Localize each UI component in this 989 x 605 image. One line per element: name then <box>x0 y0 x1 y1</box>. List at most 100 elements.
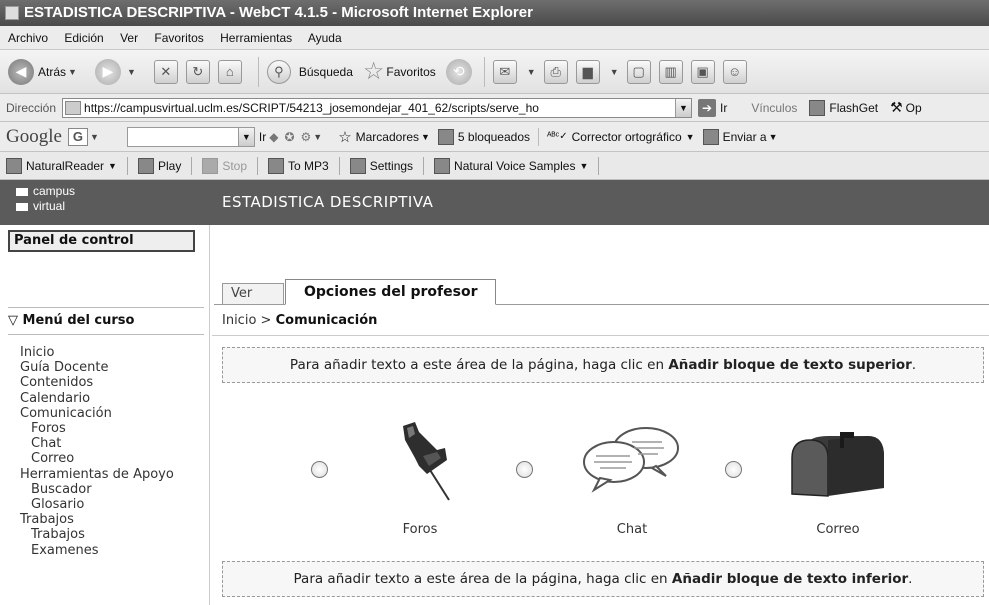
google-go-button[interactable]: Ir <box>259 130 266 144</box>
to-mp3-label: To MP3 <box>288 158 329 173</box>
edit-icon[interactable]: ▆ <box>575 59 600 84</box>
menu-item-guia-docente[interactable]: Guía Docente <box>20 360 174 375</box>
pagerank-icon[interactable]: ✪ <box>284 130 294 144</box>
chevron-down-icon: ▼ <box>108 160 117 171</box>
bookmarks-button[interactable]: ☆ Marcadores ▼ <box>338 128 430 146</box>
menu-item-trabajos[interactable]: Trabajos <box>20 512 174 527</box>
menu-item-herramientas-de-apoyo[interactable]: Herramientas de Apoyo <box>20 467 174 482</box>
course-menu-header[interactable]: ▽ Menú del curso <box>8 307 204 335</box>
mailbox-icon <box>791 432 884 497</box>
mail-icon[interactable]: ✉ <box>492 59 517 84</box>
popup-blocker-button[interactable]: 5 bloqueados <box>437 128 530 145</box>
people-icon[interactable]: ☺ <box>722 59 747 84</box>
options-button[interactable]: ⚒ Op <box>890 99 922 116</box>
send-to-button[interactable]: Enviar a ▼ <box>702 128 778 145</box>
menu-archivo[interactable]: Archivo <box>8 31 48 45</box>
menu-item-foros[interactable]: Foros <box>20 421 174 436</box>
chevron-down-icon: ▼ <box>768 131 778 142</box>
search-label: Búsqueda <box>298 64 353 79</box>
links-label[interactable]: Vínculos <box>751 101 797 115</box>
flashget-label: FlashGet <box>829 100 879 115</box>
menu-item-glosario[interactable]: Glosario <box>20 497 174 512</box>
menu-favoritos[interactable]: Favoritos <box>154 31 203 45</box>
mp3-icon <box>268 157 284 174</box>
menu-herramientas[interactable]: Herramientas <box>220 31 292 45</box>
chevron-down-icon[interactable]: ▼ <box>313 132 322 142</box>
messenger-icon[interactable]: ▣ <box>690 59 715 84</box>
home-icon[interactable]: ⌂ <box>217 59 242 84</box>
chevron-down-icon[interactable]: ▼ <box>675 98 692 117</box>
menu-item-calendario[interactable]: Calendario <box>20 391 174 406</box>
tab-ver[interactable]: Ver <box>222 283 284 304</box>
chevron-down-icon[interactable]: ▼ <box>90 132 99 142</box>
correo-tool[interactable] <box>788 430 888 500</box>
to-mp3-button[interactable]: To MP3 <box>268 157 329 174</box>
menu-item-examenes[interactable]: Examenes <box>20 543 174 558</box>
menu-item-contenidos[interactable]: Contenidos <box>20 375 174 390</box>
breadcrumb-current: Comunicación <box>275 313 378 328</box>
menu-item-buscador[interactable]: Buscador <box>20 482 174 497</box>
flashget-icon <box>809 99 826 116</box>
voice-samples-icon <box>434 157 451 174</box>
forward-button[interactable]: ▶ ▼ <box>94 58 144 85</box>
add-top-text-block-link[interactable]: Añadir bloque de texto superior <box>668 357 911 373</box>
go-button[interactable]: ➔ Ir <box>698 98 727 117</box>
chevron-down-icon[interactable]: ▼ <box>527 67 536 77</box>
stop-icon[interactable]: ✕ <box>153 59 178 84</box>
add-bottom-text-block-link[interactable]: Añadir bloque de texto inferior <box>672 571 908 587</box>
tool-radio-foros[interactable] <box>311 461 328 478</box>
menu-ver[interactable]: Ver <box>120 31 138 45</box>
play-button[interactable]: Play <box>137 157 182 174</box>
menu-item-trabajos-sub[interactable]: Trabajos <box>20 527 174 542</box>
control-panel-button[interactable]: Panel de control <box>8 230 195 252</box>
chevron-down-icon[interactable]: ▼ <box>610 67 619 77</box>
print-icon[interactable]: ⎙ <box>543 59 568 84</box>
menu-ayuda[interactable]: Ayuda <box>308 31 342 45</box>
toolbar-separator <box>257 56 259 87</box>
chevron-down-icon[interactable]: ▼ <box>68 67 77 77</box>
spellcheck-button[interactable]: ᴬᴮᶜ✓ Corrector ortográfico ▼ <box>547 130 695 144</box>
search-button[interactable]: ⚲ Búsqueda <box>266 59 353 84</box>
settings-button[interactable]: Settings <box>349 157 413 174</box>
chevron-down-icon[interactable]: ▼ <box>237 127 254 146</box>
settings-icon[interactable]: ⚙ <box>301 130 312 144</box>
flashget-button[interactable]: FlashGet <box>809 99 879 116</box>
chat-label[interactable]: Chat <box>572 522 692 537</box>
menu-edicion[interactable]: Edición <box>64 31 103 45</box>
back-button[interactable]: ◀ Atrás ▼ <box>8 58 85 85</box>
foros-label[interactable]: Foros <box>360 522 480 537</box>
favorites-button[interactable]: ☆ Favoritos <box>363 57 436 86</box>
address-input[interactable]: https://campusvirtual.uclm.es/SCRIPT/542… <box>62 97 693 118</box>
play-label: Play <box>157 158 182 173</box>
stop-label: Stop <box>222 158 247 173</box>
window-title: ESTADISTICA DESCRIPTIVA - WebCT 4.1.5 - … <box>24 4 533 21</box>
chevron-down-icon[interactable]: ▼ <box>127 67 136 77</box>
toolbar-separator <box>423 156 425 175</box>
google-menu-button[interactable]: G <box>67 127 88 146</box>
tool-radio-chat[interactable] <box>516 461 533 478</box>
menu-item-correo[interactable]: Correo <box>20 451 174 466</box>
discuss-icon[interactable]: ▢ <box>626 59 651 84</box>
voice-samples-button[interactable]: Natural Voice Samples ▼ <box>434 157 588 174</box>
address-label: Dirección <box>6 100 57 115</box>
correo-label[interactable]: Correo <box>778 522 898 537</box>
tab-opciones-profesor[interactable]: Opciones del profesor <box>285 279 497 305</box>
menu-item-chat[interactable]: Chat <box>20 436 174 451</box>
google-go-arrow-icon: ◆ <box>269 129 279 144</box>
menu-item-comunicacion[interactable]: Comunicación <box>20 406 174 421</box>
page-icon <box>65 100 82 115</box>
refresh-icon[interactable]: ↻ <box>185 59 210 84</box>
naturalreader-menu[interactable]: NaturalReader ▼ <box>6 157 117 174</box>
breadcrumb-home[interactable]: Inicio <box>222 313 256 328</box>
tool-radio-correo[interactable] <box>725 461 742 478</box>
google-toolbar: Google G ▼ ▼ Ir ◆ ✪ ⚙ ▼ ☆ Marcadores ▼ 5… <box>0 122 989 152</box>
foros-tool[interactable] <box>385 420 465 502</box>
google-search-input[interactable]: ▼ <box>126 126 255 147</box>
chat-tool[interactable] <box>582 424 682 494</box>
menu-item-inicio[interactable]: Inicio <box>20 345 174 360</box>
bookmarks-label: Marcadores <box>355 129 419 144</box>
history-icon[interactable]: ⟲ <box>445 58 472 85</box>
research-icon[interactable]: ▥ <box>658 59 683 84</box>
campus-virtual-logo[interactable]: campus virtual <box>16 184 75 214</box>
stop-button[interactable]: Stop <box>202 157 247 174</box>
